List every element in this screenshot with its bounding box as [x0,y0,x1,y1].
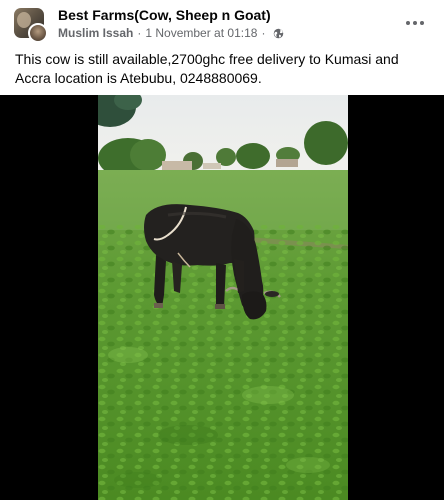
author-link[interactable]: Muslim Issah [58,26,133,40]
more-options-icon [406,21,410,25]
media-container[interactable] [0,95,444,500]
user-avatar[interactable] [28,23,48,43]
post-meta: Muslim Issah · 1 November at 01:18 · [58,26,284,40]
meta-separator: · [261,26,266,40]
video-frame-image [98,95,348,500]
meta-separator: · [137,26,142,40]
avatar[interactable] [14,8,50,44]
more-options-button[interactable] [400,12,430,34]
timestamp-link[interactable]: 1 November at 01:18 [145,26,257,40]
group-name-link[interactable]: Best Farms(Cow, Sheep n Goat) [58,7,271,23]
globe-icon [274,28,284,38]
video-player[interactable] [98,95,348,500]
post-header: Best Farms(Cow, Sheep n Goat) Muslim Iss… [0,0,444,46]
post-text: This cow is still available,2700ghc free… [15,51,399,86]
